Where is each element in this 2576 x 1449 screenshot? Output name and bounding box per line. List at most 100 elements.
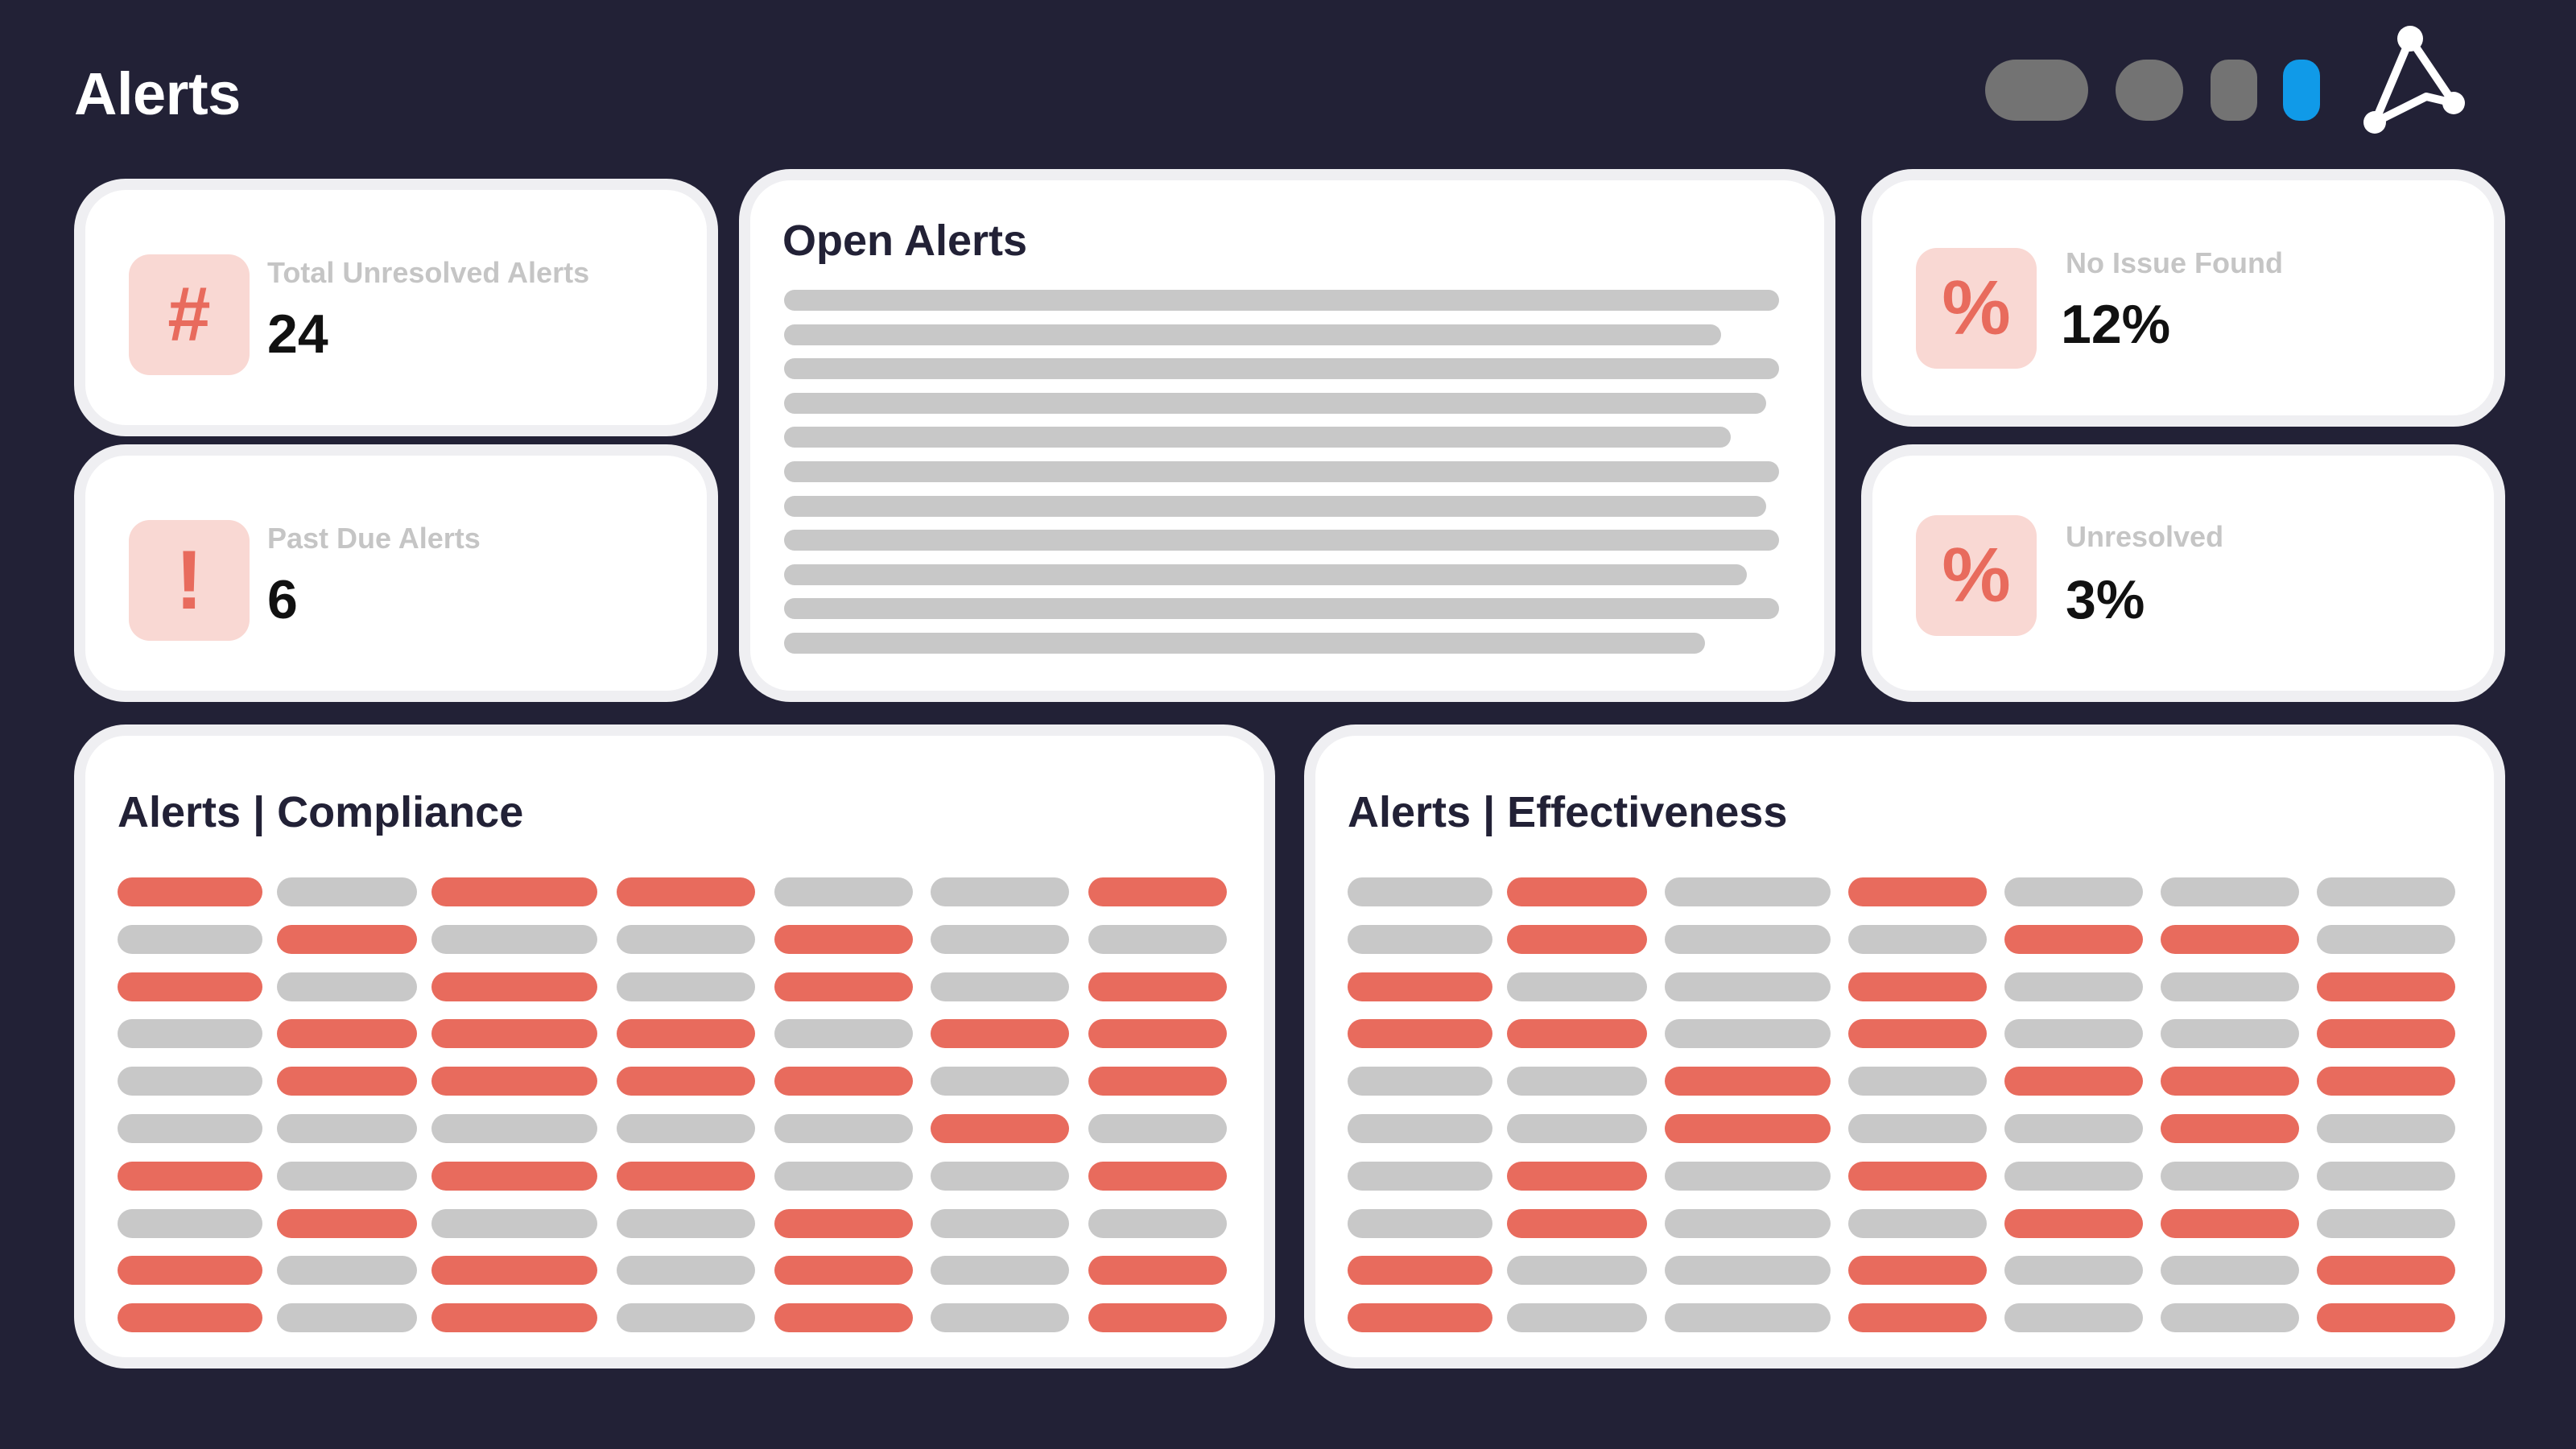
status-cell-ok <box>1665 877 1831 906</box>
percent-icon: % <box>1916 515 2037 636</box>
status-cell-ok <box>118 1019 262 1049</box>
status-cell-alert <box>2161 1114 2299 1143</box>
status-cell-alert <box>1088 1161 1227 1191</box>
status-cell-alert <box>431 972 597 1001</box>
status-cell-alert <box>1507 1019 1647 1049</box>
status-cell-ok <box>2317 1161 2455 1191</box>
status-cell-ok <box>277 1161 417 1191</box>
page-title: Alerts <box>74 60 241 127</box>
status-cell-ok <box>617 1256 755 1286</box>
status-cell-ok <box>2004 1019 2143 1049</box>
status-cell-alert <box>1348 972 1492 1001</box>
placeholder-text-line <box>784 598 1779 620</box>
status-cell-alert <box>2161 924 2299 954</box>
status-cell-ok <box>277 972 417 1001</box>
past-due-alerts-card: ! Past Due Alerts 6 <box>74 444 718 702</box>
status-cell-alert <box>2317 972 2455 1001</box>
status-cell-alert <box>431 1067 597 1096</box>
status-cell-ok <box>2161 1019 2299 1049</box>
status-cell-alert <box>1848 1019 1987 1049</box>
status-cell-ok <box>1665 1208 1831 1238</box>
status-cell-ok <box>2317 1208 2455 1238</box>
status-cell-alert <box>2317 1256 2455 1286</box>
status-cell-alert <box>1848 1303 1987 1333</box>
status-cell-ok <box>1348 1114 1492 1143</box>
card-title: Alerts | Effectiveness <box>1348 788 1788 836</box>
status-cell-alert <box>617 1019 755 1049</box>
status-cell-alert <box>2004 1067 2143 1096</box>
status-cell-alert <box>1348 1256 1492 1286</box>
status-cell-ok <box>617 1303 755 1333</box>
status-cell-ok <box>2161 972 2299 1001</box>
triangle-network-logo-icon <box>2363 26 2465 134</box>
status-cell-alert <box>617 1161 755 1191</box>
compliance-card: Alerts | Compliance <box>74 724 1275 1368</box>
status-cell-ok <box>1507 972 1647 1001</box>
toggle-pill-icon[interactable] <box>2211 60 2257 121</box>
status-cell-ok <box>118 1114 262 1143</box>
status-cell-ok <box>2004 1161 2143 1191</box>
status-cell-ok <box>277 877 417 906</box>
effectiveness-card: Alerts | Effectiveness <box>1304 724 2505 1368</box>
toggle-pill-icon[interactable] <box>2116 60 2183 121</box>
status-cell-alert <box>1665 1114 1831 1143</box>
status-cell-alert <box>431 1019 597 1049</box>
status-cell-ok <box>431 1114 597 1143</box>
status-cell-alert <box>2317 1303 2455 1333</box>
status-cell-ok <box>2317 924 2455 954</box>
status-cell-ok <box>931 1067 1069 1096</box>
status-cell-alert <box>1507 1208 1647 1238</box>
status-cell-alert <box>118 877 262 906</box>
status-cell-alert <box>1507 1161 1647 1191</box>
status-cell-ok <box>277 1303 417 1333</box>
status-cell-ok <box>1665 1161 1831 1191</box>
status-cell-ok <box>774 1161 913 1191</box>
status-cell-ok <box>931 877 1069 906</box>
status-cell-alert <box>1088 1303 1227 1333</box>
status-cell-ok <box>1665 924 1831 954</box>
status-cell-alert <box>431 1256 597 1286</box>
percent-icon: % <box>1916 248 2037 369</box>
status-cell-ok <box>2004 877 2143 906</box>
stat-label: Unresolved <box>2066 520 2224 553</box>
status-cell-ok <box>774 877 913 906</box>
status-cell-ok <box>617 924 755 954</box>
status-cell-ok <box>1348 1208 1492 1238</box>
status-cell-ok <box>431 924 597 954</box>
placeholder-text-line <box>784 324 1721 345</box>
status-cell-alert <box>774 924 913 954</box>
placeholder-text-line <box>784 564 1747 585</box>
status-cell-ok <box>118 1208 262 1238</box>
placeholder-text-line <box>784 461 1779 482</box>
toggle-pill-icon[interactable] <box>1985 60 2088 121</box>
status-cell-ok <box>1088 1208 1227 1238</box>
stat-label: Total Unresolved Alerts <box>267 256 590 289</box>
status-cell-alert <box>1848 1161 1987 1191</box>
status-cell-ok <box>2004 972 2143 1001</box>
status-cell-alert <box>931 1114 1069 1143</box>
active-indicator-icon[interactable] <box>2283 60 2320 121</box>
status-cell-alert <box>431 1303 597 1333</box>
card-title: Open Alerts <box>782 217 1028 265</box>
status-cell-alert <box>1848 972 1987 1001</box>
status-cell-alert <box>2161 1208 2299 1238</box>
status-cell-alert <box>1848 1256 1987 1286</box>
status-cell-alert <box>774 1256 913 1286</box>
hash-icon: # <box>129 254 250 375</box>
status-cell-ok <box>617 1208 755 1238</box>
status-cell-ok <box>1848 1114 1987 1143</box>
stat-label: No Issue Found <box>2066 246 2283 279</box>
status-cell-ok <box>1665 972 1831 1001</box>
status-cell-ok <box>1507 1303 1647 1333</box>
status-cell-alert <box>277 1208 417 1238</box>
status-cell-ok <box>1665 1256 1831 1286</box>
status-cell-alert <box>1088 1256 1227 1286</box>
status-cell-ok <box>1665 1019 1831 1049</box>
status-cell-ok <box>1348 1067 1492 1096</box>
status-cell-ok <box>2004 1114 2143 1143</box>
status-cell-ok <box>118 1067 262 1096</box>
status-cell-alert <box>118 1161 262 1191</box>
placeholder-text-line <box>784 290 1779 311</box>
status-cell-alert <box>431 1161 597 1191</box>
placeholder-text-line <box>784 392 1766 414</box>
